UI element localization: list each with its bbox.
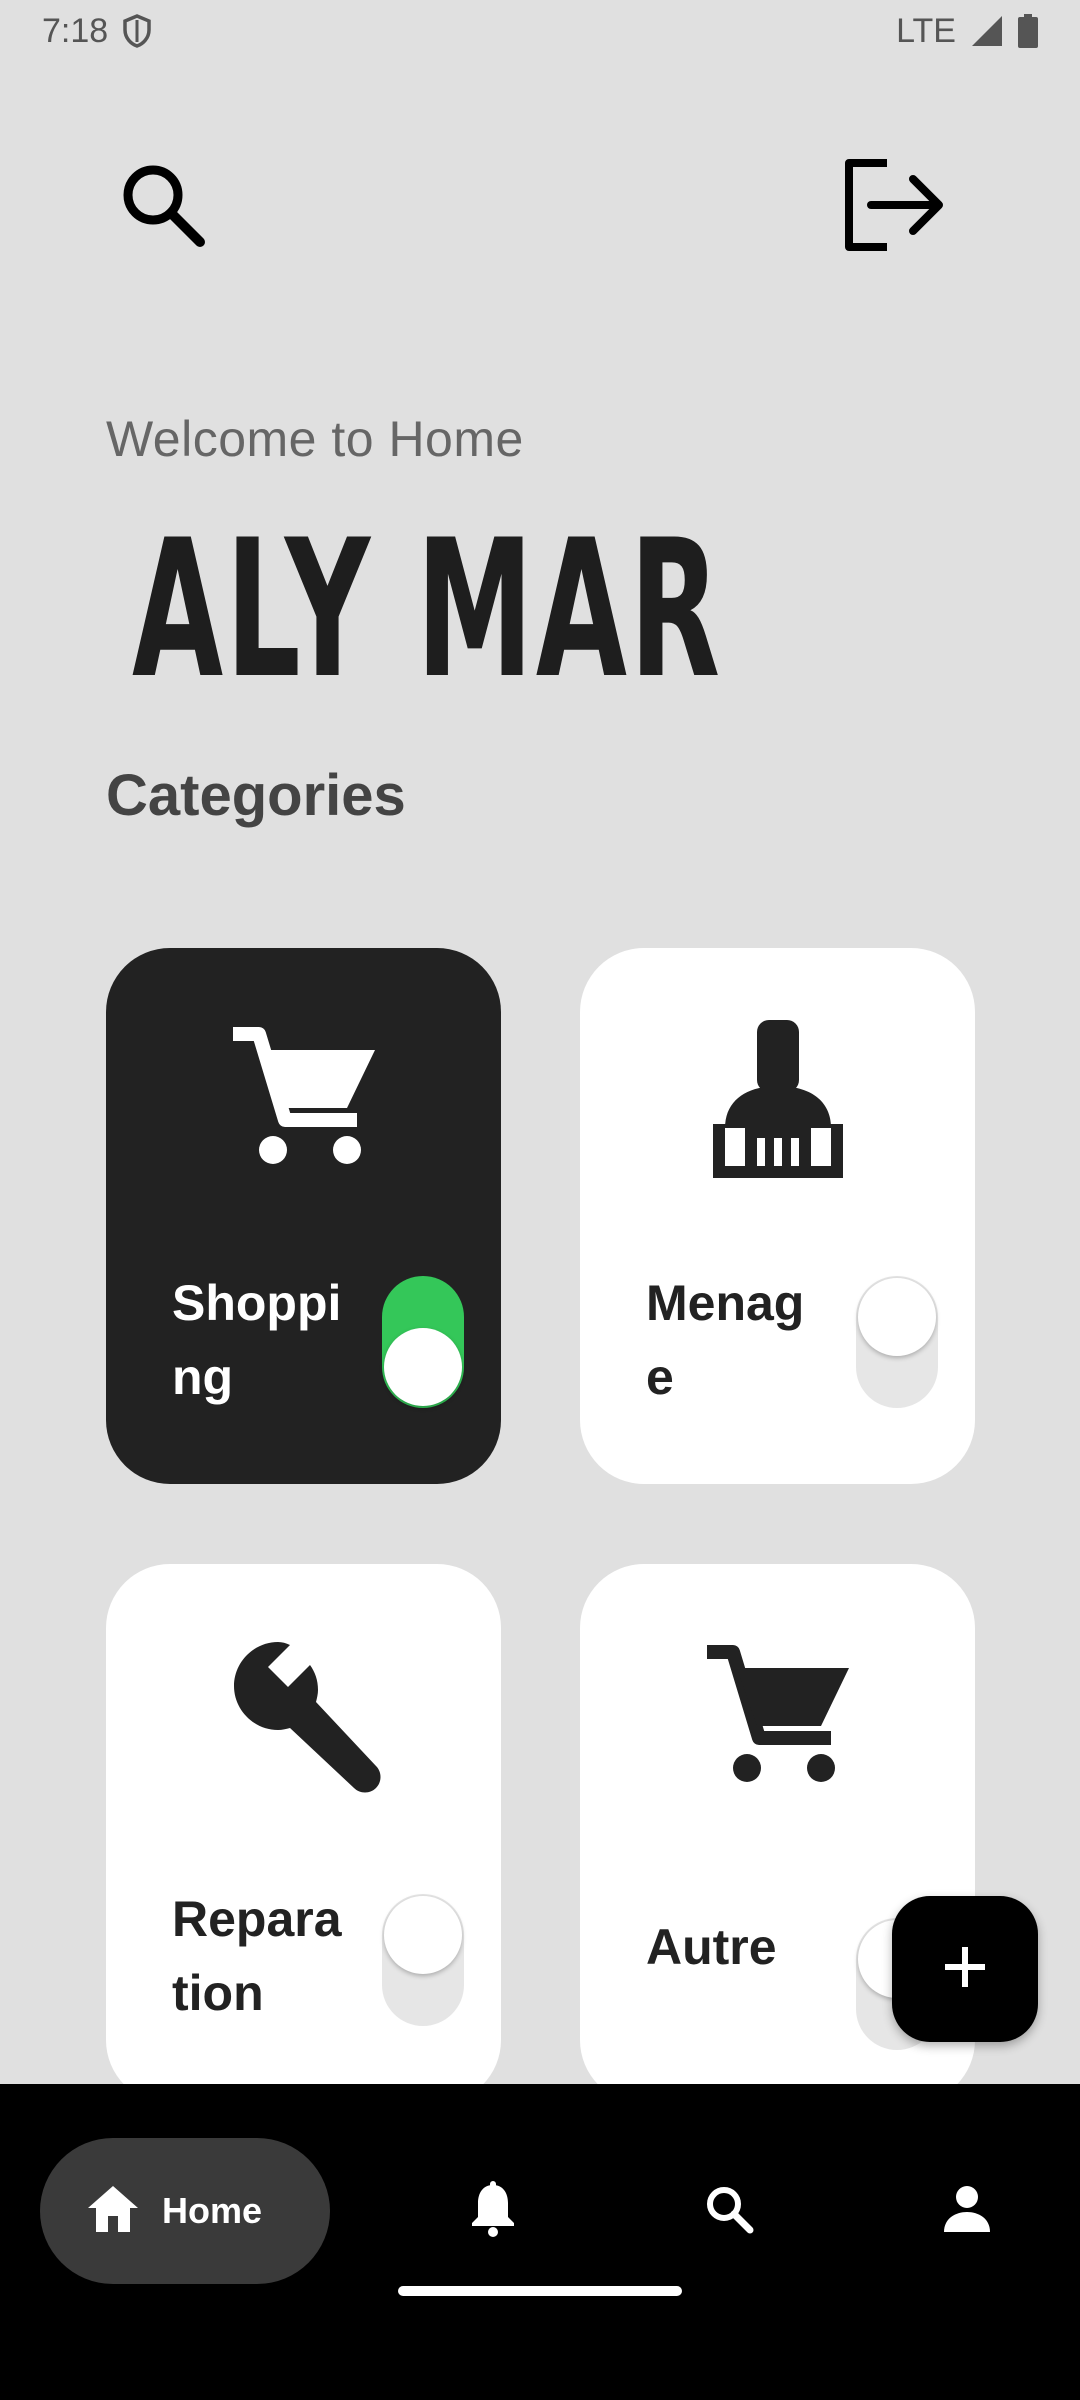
status-right: LTE: [896, 12, 1038, 51]
toggle-knob: [384, 1328, 462, 1406]
welcome-text: Welcome to Home: [106, 411, 524, 467]
logout-button[interactable]: [838, 152, 948, 262]
notifications-icon: [469, 2180, 517, 2242]
nav-profile[interactable]: [912, 2138, 1022, 2284]
category-card-reparation[interactable]: Reparation: [106, 1564, 501, 2104]
category-toggle[interactable]: [382, 1894, 464, 2026]
category-toggle[interactable]: [856, 1276, 938, 1408]
category-label: Menage: [646, 1275, 805, 1405]
nav-home-label: Home: [162, 2190, 263, 2231]
user-name: ALY MAR: [132, 499, 723, 720]
nav-home[interactable]: Home: [40, 2138, 330, 2284]
battery-icon: [1018, 14, 1038, 48]
plus-icon: [943, 1945, 987, 1994]
status-bar: 7:18 LTE: [0, 0, 1080, 62]
toggle-knob: [384, 1896, 462, 1974]
logout-icon: [841, 157, 945, 258]
category-toggle[interactable]: [382, 1276, 464, 1408]
category-label: Autre: [646, 1919, 777, 1975]
toggle-knob: [858, 1278, 936, 1356]
categories-title: Categories: [106, 763, 406, 828]
home-icon: [86, 2184, 140, 2239]
nav-search[interactable]: [674, 2138, 784, 2284]
home-indicator: [398, 2286, 682, 2296]
cleaning-brush-icon: [580, 1020, 975, 1180]
wrench-icon: [106, 1636, 501, 1796]
bottom-navigation: Home: [0, 2084, 1080, 2400]
category-card-shopping[interactable]: Shopping: [106, 948, 501, 1484]
search-button[interactable]: [108, 152, 218, 262]
shopping-cart-icon: [106, 1024, 501, 1168]
nav-notifications[interactable]: [438, 2138, 548, 2284]
search-icon: [118, 160, 208, 255]
network-type: LTE: [896, 11, 956, 50]
category-label: Reparation: [172, 1891, 342, 2021]
category-card-menage[interactable]: Menage: [580, 948, 975, 1484]
search-icon: [704, 2184, 754, 2239]
add-category-button[interactable]: [892, 1896, 1038, 2042]
shield-icon: [122, 14, 152, 48]
category-label: Shopping: [172, 1275, 342, 1405]
shopping-cart-icon: [580, 1642, 975, 1786]
signal-icon: [970, 14, 1004, 48]
status-time: 7:18: [42, 11, 109, 50]
profile-icon: [942, 2184, 992, 2239]
status-left: 7:18: [42, 12, 152, 51]
